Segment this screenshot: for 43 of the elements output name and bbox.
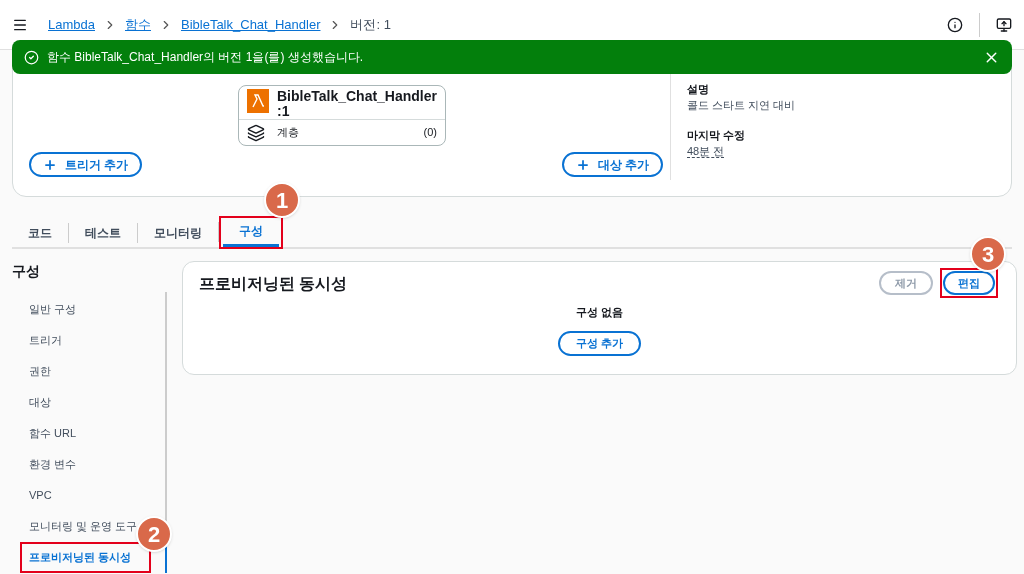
detail-label: 설명: [687, 82, 710, 97]
banner-message: 함수 BibleTalk_Chat_Handler의 버전 1을(를) 생성했습니다.: [47, 49, 364, 66]
function-box[interactable]: BibleTalk_Chat_Handler :1 계층 (0): [238, 85, 446, 146]
tab[interactable]: 모니터링: [138, 218, 218, 247]
empty-state-text: 구성 없음: [575, 305, 624, 320]
layers-label: 계층: [277, 125, 299, 141]
edit-button[interactable]: 편집: [943, 271, 995, 295]
plus-icon: [43, 157, 57, 172]
detail-value: 콜드 스타트 지연 대비: [687, 99, 796, 111]
detail-value: 48분 전: [687, 145, 725, 158]
sidebar-item[interactable]: 권한: [12, 363, 51, 380]
function-name: BibleTalk_Chat_Handler: [277, 89, 437, 104]
info-icon[interactable]: [947, 16, 963, 33]
add-trigger-button[interactable]: 트리거 추가: [29, 152, 143, 177]
screen-icon[interactable]: [996, 16, 1012, 33]
layers-icon: [247, 123, 265, 142]
add-configuration-button[interactable]: 구성 추가: [557, 330, 642, 356]
sidebar-title: 구성: [12, 262, 41, 281]
sidebar-item[interactable]: 프로비저닝된 동시성: [22, 549, 132, 566]
breadcrumb-current: 버전: 1: [350, 15, 391, 34]
plus-icon: [576, 157, 590, 172]
sidebar-item[interactable]: 대상: [12, 394, 51, 411]
step-number-badge: 2: [136, 516, 172, 552]
layers-count: (0): [423, 125, 437, 141]
sidebar-item[interactable]: 함수 URL: [12, 425, 77, 442]
breadcrumb-link[interactable]: 함수: [125, 14, 151, 35]
sidebar-item[interactable]: 일반 구성: [12, 301, 77, 318]
breadcrumb-link[interactable]: Lambda: [48, 14, 95, 35]
check-circle-icon: [24, 49, 39, 65]
lambda-icon: [247, 89, 269, 113]
breadcrumb-link[interactable]: BibleTalk_Chat_Handler: [181, 14, 321, 35]
sidebar-item[interactable]: 모니터링 및 운영 도구: [12, 518, 138, 535]
sidebar-item[interactable]: VPC: [12, 487, 52, 504]
panel-title: 프로비저닝된 동시성: [199, 274, 348, 294]
tab[interactable]: 코드: [12, 218, 68, 247]
detail-label: 마지막 수정: [687, 128, 747, 143]
sidebar-item[interactable]: 트리거: [12, 332, 62, 349]
sidebar-item[interactable]: 환경 변수: [12, 456, 77, 473]
tab[interactable]: 구성: [223, 218, 279, 247]
step-number-badge: 3: [970, 236, 1006, 272]
function-version: :1: [277, 104, 291, 119]
add-destination-button[interactable]: 대상 추가: [562, 152, 664, 177]
tab[interactable]: 테스트: [69, 218, 137, 247]
